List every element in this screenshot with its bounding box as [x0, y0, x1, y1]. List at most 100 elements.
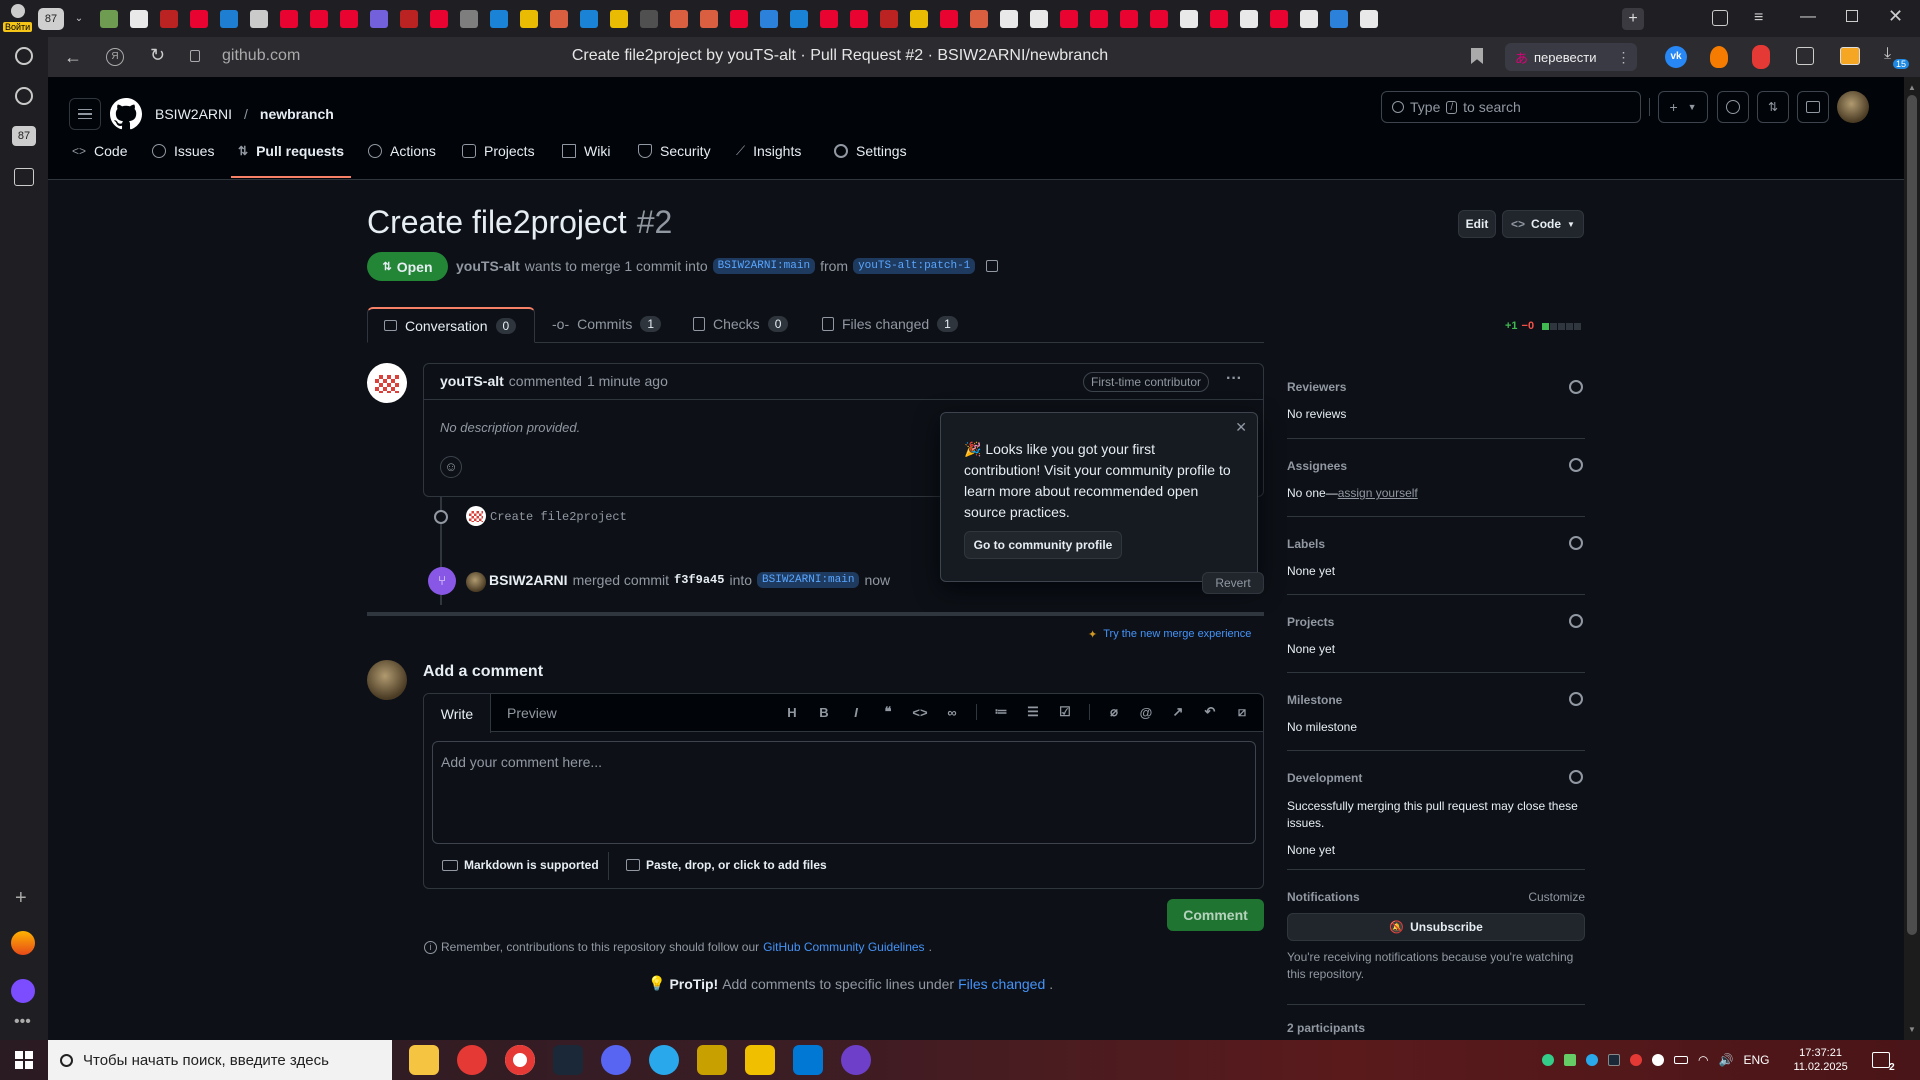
mention-icon[interactable]: @: [1138, 704, 1154, 720]
assignees-heading[interactable]: Assignees: [1287, 459, 1585, 473]
merger-link[interactable]: BSIW2ARNI: [489, 572, 568, 588]
reload-button[interactable]: ↻: [150, 45, 165, 66]
tray-nvidia-icon[interactable]: [1564, 1054, 1576, 1066]
pinned-tab-35[interactable]: [1150, 9, 1168, 28]
pinned-tab-8[interactable]: [340, 9, 358, 28]
tray-yandex-icon[interactable]: [1630, 1054, 1642, 1066]
pinned-tab-22[interactable]: [760, 9, 778, 28]
telegram-icon[interactable]: [649, 1045, 679, 1075]
yandex-browser-icon[interactable]: [505, 1045, 535, 1075]
code-icon[interactable]: <>: [912, 704, 928, 720]
link-icon[interactable]: ∞: [944, 704, 960, 720]
smiley-icon[interactable]: ☺: [440, 456, 462, 478]
battery-icon[interactable]: [1674, 1056, 1688, 1064]
more-horizontal-icon[interactable]: •••: [14, 1013, 31, 1031]
game-app-icon[interactable]: [745, 1045, 775, 1075]
yandex-icon[interactable]: Я: [106, 48, 124, 66]
pinned-tab-30[interactable]: [1000, 9, 1018, 28]
download-icon[interactable]: ⤓: [1884, 45, 1891, 63]
volume-icon[interactable]: 🔊: [1718, 1053, 1733, 1067]
page-title-in-addressbar[interactable]: Create file2project by youTS-alt · Pull …: [460, 47, 1220, 65]
pinned-tab-3[interactable]: [190, 9, 208, 28]
user-avatar[interactable]: [1837, 91, 1869, 123]
yandex-app-icon[interactable]: [457, 1045, 487, 1075]
kebab-horizontal-icon[interactable]: ···: [1226, 370, 1242, 388]
tray-app-icon[interactable]: [1542, 1054, 1554, 1066]
heading-icon[interactable]: H: [784, 704, 800, 720]
pinned-tab-18[interactable]: [640, 9, 658, 28]
add-panel-icon[interactable]: +: [15, 887, 27, 910]
pinned-tab-13[interactable]: [490, 9, 508, 28]
issues-button[interactable]: [1717, 91, 1749, 123]
github-desktop-icon[interactable]: [841, 1045, 871, 1075]
reviewers-heading[interactable]: Reviewers: [1287, 380, 1585, 394]
vscode-icon[interactable]: [793, 1045, 823, 1075]
page-scrollbar[interactable]: ▲ ▼: [1904, 77, 1920, 1040]
italic-icon[interactable]: I: [848, 704, 864, 720]
projects-heading[interactable]: Projects: [1287, 615, 1585, 629]
commit-message-link[interactable]: Create file2project: [490, 510, 627, 524]
chevron-down-icon[interactable]: ⌄: [70, 13, 88, 24]
windows-start-button[interactable]: [0, 1040, 48, 1080]
language-indicator[interactable]: ENG: [1743, 1053, 1769, 1067]
tray-telegram-icon[interactable]: [1586, 1054, 1598, 1066]
hamburger-menu-button[interactable]: [69, 98, 101, 130]
tab-projects[interactable]: Projects: [462, 135, 535, 167]
fire-extension-icon[interactable]: [1710, 46, 1728, 68]
close-icon[interactable]: ✕: [1235, 419, 1247, 436]
pinned-tab-0[interactable]: [100, 9, 118, 28]
gear-icon[interactable]: [1569, 692, 1583, 706]
lock-app-icon[interactable]: [697, 1045, 727, 1075]
create-new-button[interactable]: + ▼: [1658, 91, 1708, 123]
pinned-tab-34[interactable]: [1120, 9, 1138, 28]
pinned-tab-41[interactable]: [1330, 9, 1348, 28]
pinned-tab-10[interactable]: [400, 9, 418, 28]
tab-code[interactable]: <> Code: [72, 135, 127, 167]
labels-heading[interactable]: Labels: [1287, 537, 1585, 551]
tab-count-icon[interactable]: 87: [12, 126, 36, 146]
pinned-tab-27[interactable]: [910, 9, 928, 28]
pinned-tab-20[interactable]: [700, 9, 718, 28]
notification-center-icon[interactable]: 2: [1871, 1052, 1895, 1073]
vk-icon[interactable]: vk: [1665, 46, 1687, 68]
clock[interactable]: 17:37:21 11.02.2025: [1793, 1046, 1847, 1074]
discord-icon[interactable]: [601, 1045, 631, 1075]
repo-owner-link[interactable]: BSIW2ARNI: [155, 106, 232, 122]
tab-commits[interactable]: -o- Commits 1: [552, 316, 662, 332]
gear-icon[interactable]: [1569, 614, 1583, 628]
pinned-tab-29[interactable]: [970, 9, 988, 28]
pull-requests-button[interactable]: ⇅: [1757, 91, 1789, 123]
merge-branch-tag[interactable]: BSIW2ARNI:main: [757, 572, 860, 588]
pinned-tab-24[interactable]: [820, 9, 838, 28]
tab-issues[interactable]: Issues: [152, 135, 214, 167]
alice-assistant-icon[interactable]: [11, 979, 35, 1003]
unsubscribe-button[interactable]: 🔕 Unsubscribe: [1287, 913, 1585, 941]
menu-icon[interactable]: ≡: [1754, 9, 1763, 27]
pinned-tab-15[interactable]: [550, 9, 568, 28]
attach-files-button[interactable]: Paste, drop, or click to add files: [626, 858, 827, 872]
markdown-supported-link[interactable]: Markdown is supported: [442, 858, 599, 872]
tab-insights[interactable]: ⟋ Insights: [736, 135, 801, 167]
base-branch-tag[interactable]: BSIW2ARNI:main: [712, 258, 816, 274]
bold-icon[interactable]: B: [816, 704, 832, 720]
search-input[interactable]: Type / to search: [1381, 91, 1641, 123]
github-logo-icon[interactable]: [110, 98, 142, 130]
paperclip-icon[interactable]: ⌀: [1106, 704, 1122, 720]
gear-icon[interactable]: [1569, 770, 1583, 784]
back-button[interactable]: ←: [64, 47, 82, 68]
tabs-collection-icon[interactable]: [1712, 10, 1728, 26]
pinned-tab-36[interactable]: [1180, 9, 1198, 28]
comment-author-link[interactable]: youTS-alt: [440, 373, 504, 389]
pinned-tab-40[interactable]: [1300, 9, 1318, 28]
profile-button[interactable]: Войти: [0, 0, 36, 37]
pinned-tab-37[interactable]: [1210, 9, 1228, 28]
milestone-heading[interactable]: Milestone: [1287, 693, 1585, 707]
merge-time[interactable]: now: [864, 572, 890, 588]
pinned-tab-2[interactable]: [160, 9, 178, 28]
extensions-icon[interactable]: [1796, 47, 1814, 65]
tab-actions[interactable]: Actions: [368, 135, 436, 167]
tab-checks[interactable]: Checks 0: [693, 316, 789, 332]
copy-icon[interactable]: [986, 260, 999, 272]
go-to-community-profile-button[interactable]: Go to community profile: [964, 531, 1122, 559]
app-orange-icon[interactable]: [11, 931, 35, 955]
